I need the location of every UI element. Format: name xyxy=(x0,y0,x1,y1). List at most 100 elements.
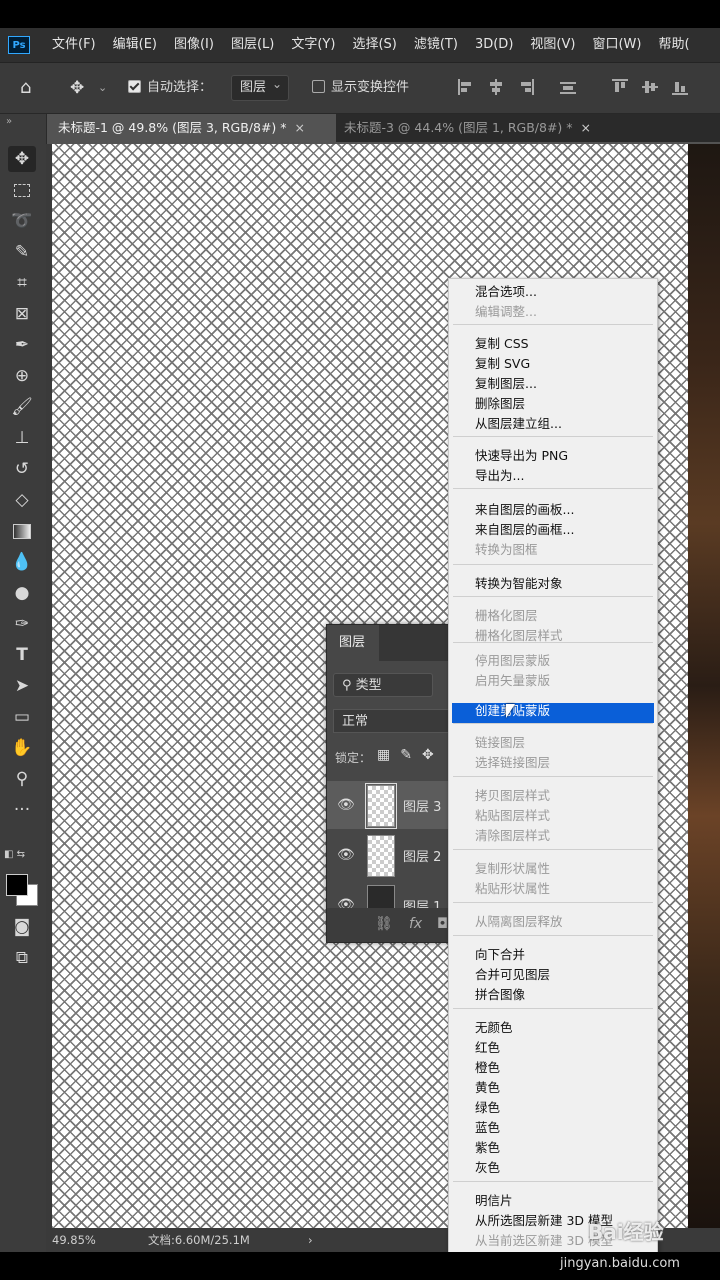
eyedropper-tool-icon[interactable]: ✒ xyxy=(8,332,36,358)
status-arrow-icon[interactable]: › xyxy=(308,1228,313,1252)
context-menu-item[interactable]: 黄色 xyxy=(475,1078,500,1098)
stamp-tool-icon[interactable]: ⊥ xyxy=(8,425,36,451)
frame-tool-icon[interactable]: ⊠ xyxy=(8,301,36,327)
menu-separator xyxy=(453,642,653,643)
context-menu-item[interactable]: 删除图层 xyxy=(475,394,525,414)
align-left-icon[interactable] xyxy=(458,79,474,95)
fx-icon[interactable]: fx xyxy=(409,916,422,932)
zoom-tool-icon[interactable]: ⚲ xyxy=(8,766,36,792)
align-bottom-icon[interactable] xyxy=(672,79,688,95)
close-icon[interactable]: × xyxy=(295,120,305,135)
context-menu-item[interactable]: 蓝色 xyxy=(475,1118,500,1138)
context-menu-item[interactable]: 复制图层... xyxy=(475,374,537,394)
gradient-tool-icon[interactable] xyxy=(8,518,36,544)
move-tool-icon[interactable]: ✥ xyxy=(70,63,84,113)
auto-select-dropdown[interactable]: 图层 xyxy=(231,63,290,113)
history-brush-icon[interactable]: ↺ xyxy=(8,456,36,482)
context-menu-item[interactable]: 拼合图像 xyxy=(475,985,525,1005)
menu-3d[interactable]: 3D(D) xyxy=(475,28,513,62)
context-menu-item[interactable]: 导出为... xyxy=(475,466,524,486)
menu-help[interactable]: 帮助( xyxy=(658,28,689,62)
healing-brush-icon[interactable]: ⊕ xyxy=(8,363,36,389)
context-menu-item[interactable]: 灰色 xyxy=(475,1158,500,1178)
checkbox-checked-icon[interactable] xyxy=(128,80,141,93)
menu-view[interactable]: 视图(V) xyxy=(530,28,575,62)
hand-tool-icon[interactable]: ✋ xyxy=(8,735,36,761)
context-menu-item[interactable]: 转换为智能对象 xyxy=(475,574,563,594)
close-icon[interactable]: × xyxy=(581,120,591,135)
pen-tool-icon[interactable]: ✑ xyxy=(8,611,36,637)
lock-transparency-icon[interactable]: ▦ xyxy=(377,747,400,763)
context-menu-item[interactable]: 红色 xyxy=(475,1038,500,1058)
crop-tool-icon[interactable]: ⌗ xyxy=(8,270,36,296)
chevron-down-icon[interactable]: ⌄ xyxy=(98,63,107,113)
auto-select-value[interactable]: 图层 xyxy=(231,72,290,101)
menu-select[interactable]: 选择(S) xyxy=(352,28,396,62)
quick-mask-icon[interactable]: ◙ xyxy=(8,914,36,940)
layer-row[interactable]: 👁 图层 3 xyxy=(327,781,451,829)
distribute-icon[interactable] xyxy=(560,79,576,95)
context-menu-item[interactable]: 混合选项... xyxy=(475,282,537,302)
menu-filter[interactable]: 滤镜(T) xyxy=(414,28,458,62)
lock-icons[interactable]: ▦✎✥ xyxy=(377,747,444,763)
dodge-tool-icon[interactable]: ● xyxy=(8,580,36,606)
context-menu-item[interactable]: 复制 CSS xyxy=(475,334,529,354)
context-menu-item[interactable]: 紫色 xyxy=(475,1138,500,1158)
checkbox-unchecked-icon[interactable] xyxy=(312,80,325,93)
visibility-eye-icon[interactable]: 👁 xyxy=(337,847,355,863)
lasso-tool-icon[interactable]: ➰ xyxy=(8,208,36,234)
lock-position-icon[interactable]: ✥ xyxy=(422,747,444,763)
show-transform-checkbox[interactable]: 显示变换控件 xyxy=(312,63,409,113)
context-menu-item: 栅格化图层 xyxy=(475,608,538,623)
layer-row[interactable]: 👁 图层 2 xyxy=(327,831,451,879)
path-select-icon[interactable]: ➤ xyxy=(8,673,36,699)
lock-pixels-icon[interactable]: ✎ xyxy=(400,747,422,763)
link-icon[interactable]: ⛓ xyxy=(375,916,393,932)
quick-select-tool-icon[interactable]: ✎ xyxy=(8,239,36,265)
brush-tool-icon[interactable]: 🖌 xyxy=(8,394,36,420)
menu-image[interactable]: 图像(I) xyxy=(174,28,214,62)
align-center-icon[interactable] xyxy=(488,79,504,95)
foreground-color-swatch[interactable] xyxy=(6,874,28,896)
tab-layers[interactable]: 图层 xyxy=(327,625,379,661)
blend-mode-dropdown[interactable]: 正常 xyxy=(333,709,451,733)
move-tool-icon[interactable]: ✥ xyxy=(8,146,36,172)
context-menu-item[interactable]: 快速导出为 PNG xyxy=(475,446,568,466)
tab-untitled-1[interactable]: 未标题-1 @ 49.8% (图层 3, RGB/8#) * × xyxy=(46,114,336,142)
align-top-icon[interactable] xyxy=(612,79,628,95)
align-right-icon[interactable] xyxy=(518,79,534,95)
context-menu-item[interactable]: 绿色 xyxy=(475,1098,500,1118)
menu-window[interactable]: 窗口(W) xyxy=(592,28,641,62)
align-middle-icon[interactable] xyxy=(642,79,658,95)
screen-mode-icon[interactable]: ⧉ xyxy=(8,945,36,971)
eraser-tool-icon[interactable]: ◇ xyxy=(8,487,36,513)
layer-filter-dropdown[interactable]: ⚲ 类型 xyxy=(333,673,433,697)
type-tool-icon[interactable]: T xyxy=(8,642,36,668)
context-menu-item[interactable]: 明信片 xyxy=(475,1191,513,1211)
tab-untitled-3[interactable]: 未标题-3 @ 44.4% (图层 1, RGB/8#) * × xyxy=(332,114,624,142)
swap-colors-icon[interactable]: ◧ ⇆ xyxy=(4,849,25,860)
more-tools-icon[interactable]: ··· xyxy=(8,797,36,823)
context-menu-item[interactable]: 来自图层的画框... xyxy=(475,520,574,540)
menu-file[interactable]: 文件(F) xyxy=(52,28,96,62)
home-icon[interactable]: ⌂ xyxy=(20,63,31,113)
menu-type[interactable]: 文字(Y) xyxy=(291,28,335,62)
blur-tool-icon[interactable]: 💧 xyxy=(8,549,36,575)
menu-layer[interactable]: 图层(L) xyxy=(231,28,274,62)
mask-icon[interactable]: ◘ xyxy=(437,916,448,932)
zoom-level[interactable]: 49.85% xyxy=(52,1228,96,1252)
context-menu-item[interactable]: 无颜色 xyxy=(475,1018,513,1038)
context-menu-item[interactable]: 向下合并 xyxy=(475,945,525,965)
marquee-tool-icon[interactable] xyxy=(8,177,36,203)
auto-select-checkbox[interactable]: 自动选择： xyxy=(128,63,212,113)
visibility-eye-icon[interactable]: 👁 xyxy=(337,797,355,813)
collapse-icon[interactable]: » xyxy=(6,116,12,127)
context-menu-item: 转换为图框 xyxy=(475,542,538,557)
context-menu-item[interactable]: 橙色 xyxy=(475,1058,500,1078)
context-menu-item[interactable]: 来自图层的画板... xyxy=(475,500,574,520)
menu-edit[interactable]: 编辑(E) xyxy=(113,28,157,62)
context-menu-item[interactable]: 从图层建立组... xyxy=(475,414,562,434)
rectangle-tool-icon[interactable]: ▭ xyxy=(8,704,36,730)
context-menu-item[interactable]: 合并可见图层 xyxy=(475,965,550,985)
context-menu-item[interactable]: 复制 SVG xyxy=(475,354,530,374)
